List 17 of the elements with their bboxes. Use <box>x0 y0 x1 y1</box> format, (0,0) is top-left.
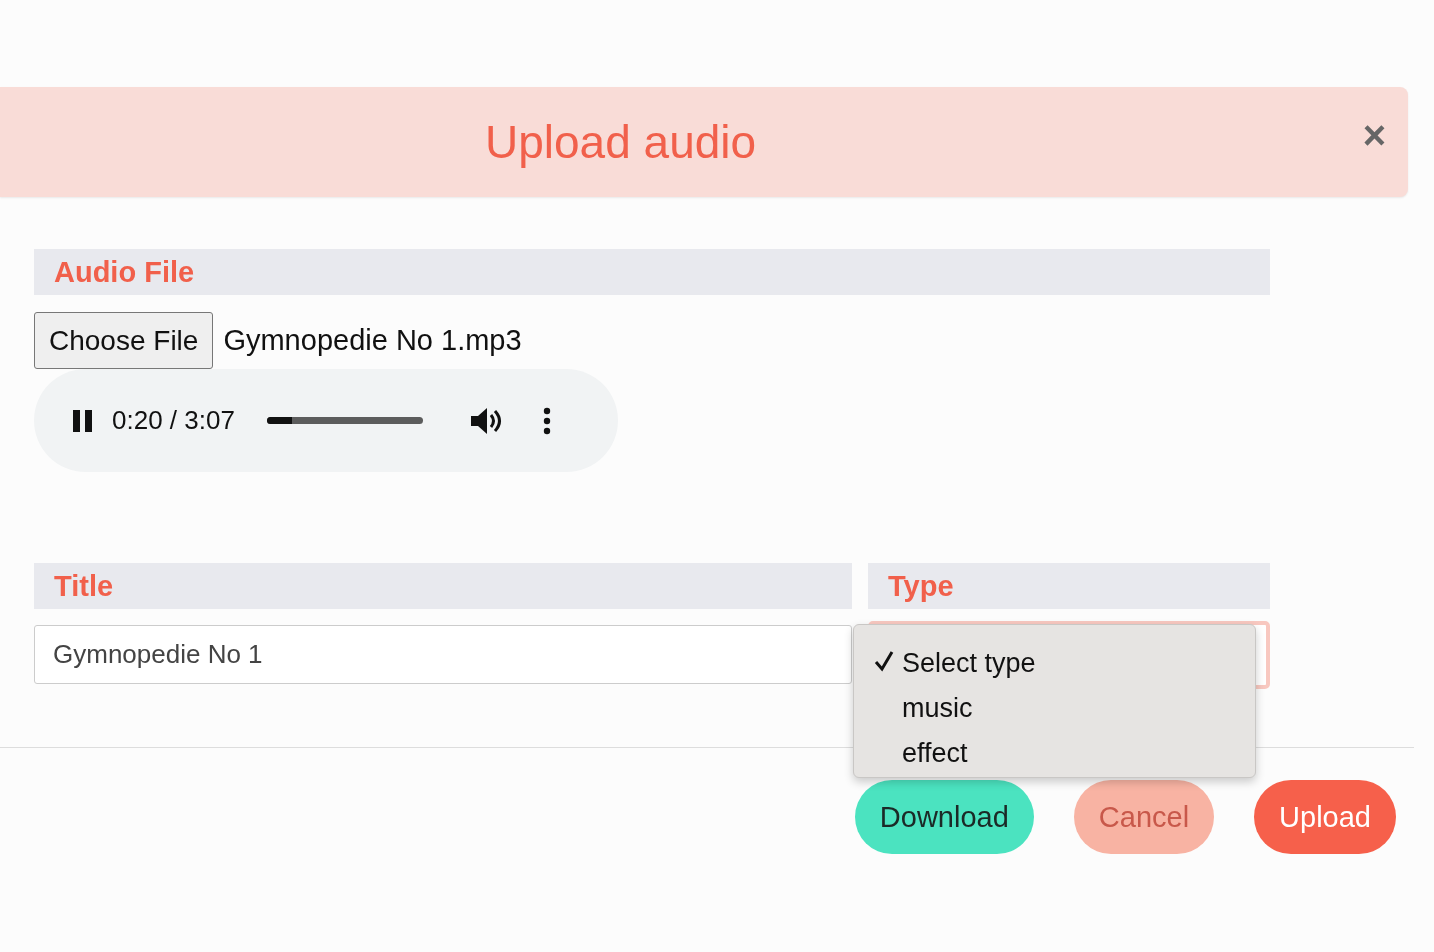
close-button[interactable]: × <box>1362 113 1386 157</box>
choose-file-button[interactable]: Choose File <box>34 312 214 369</box>
dialog-title: Upload audio <box>485 115 757 169</box>
progress-bar[interactable] <box>266 417 423 424</box>
dropdown-option[interactable]: effect <box>854 731 1255 776</box>
field-label: Title <box>34 563 852 609</box>
section-label: Audio File <box>34 249 1270 295</box>
time-display: 0:20 / 3:07 <box>112 405 235 436</box>
more-icon[interactable] <box>542 406 551 435</box>
pause-icon[interactable] <box>72 408 94 433</box>
volume-icon[interactable] <box>468 405 503 436</box>
title-field[interactable]: Gymnopedie No 1 <box>34 625 852 684</box>
download-button[interactable]: Download <box>854 780 1034 854</box>
file-name: Gymnopedie No 1.mp3 <box>223 324 522 357</box>
dropdown-option[interactable]: Select type <box>854 641 1255 686</box>
dropdown-option[interactable]: music <box>854 686 1255 731</box>
field-label: Type <box>868 563 1270 609</box>
